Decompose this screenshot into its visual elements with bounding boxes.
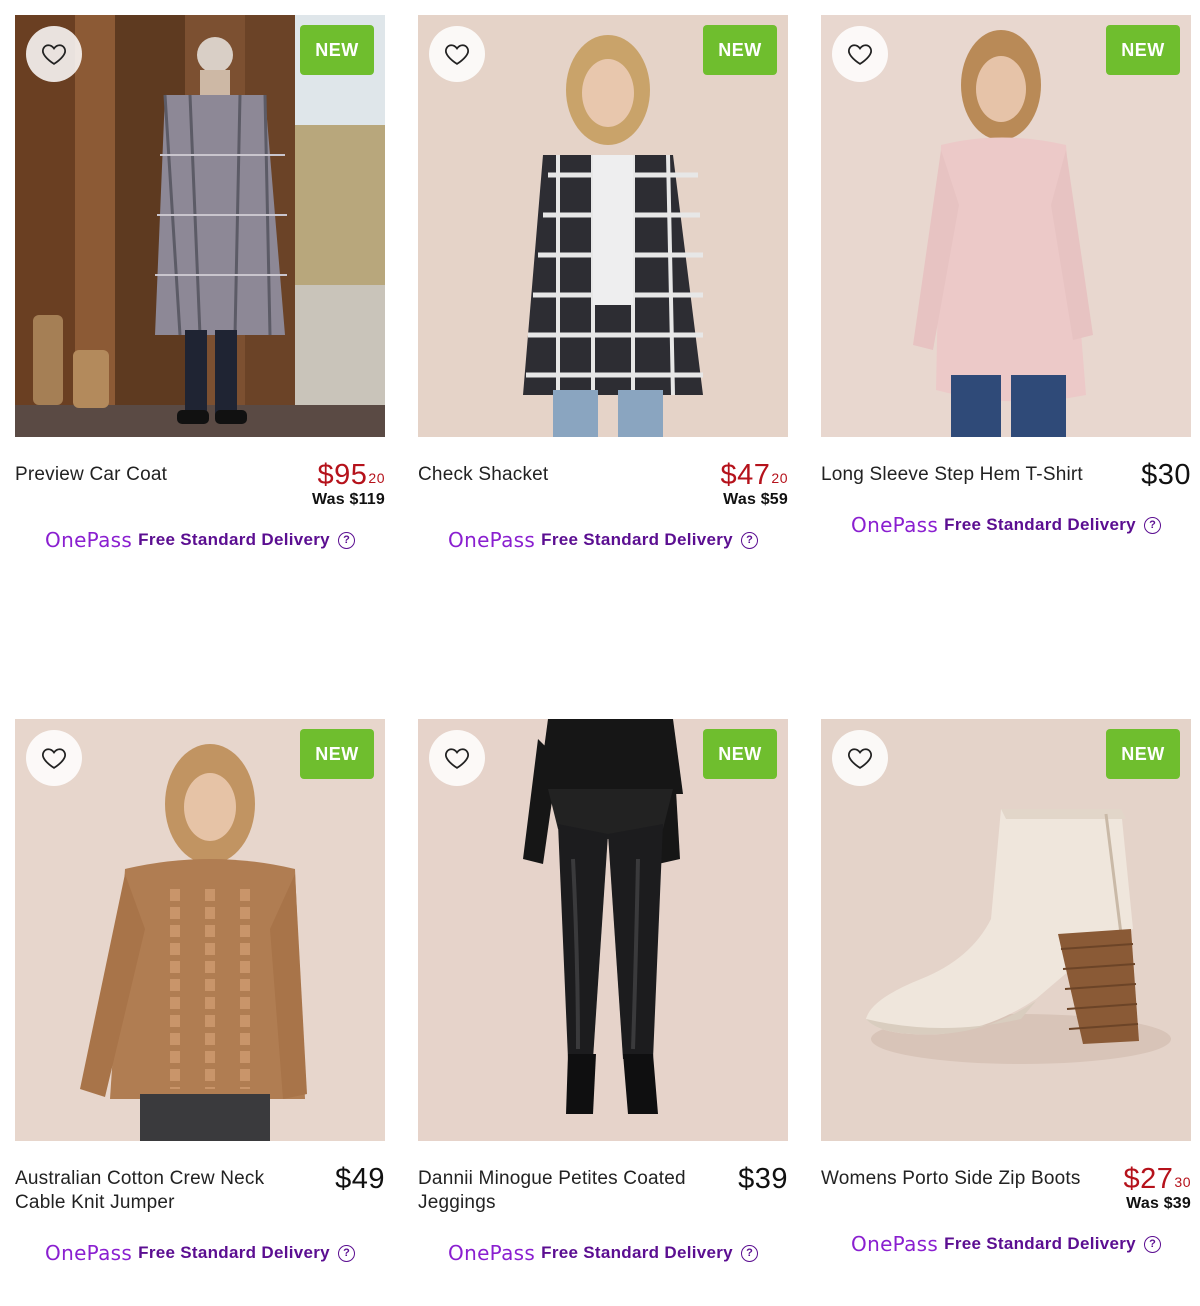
product-image[interactable]: NEW (418, 719, 788, 1141)
product-title[interactable]: Long Sleeve Step Hem T-Shirt (821, 463, 1091, 487)
new-badge: NEW (1106, 729, 1180, 779)
product-image[interactable]: NEW (15, 719, 385, 1141)
delivery-text: Free Standard Delivery (541, 530, 733, 549)
sale-price: $2730 (1124, 1163, 1191, 1195)
sale-price: $9520 (312, 459, 385, 491)
price-cents: 20 (368, 470, 385, 486)
onepass-logo: OnePass (45, 528, 133, 552)
onepass-delivery: OnePass Free Standard Delivery ? (15, 528, 385, 552)
product-image[interactable]: NEW (821, 719, 1191, 1141)
regular-price: $49 (335, 1163, 385, 1195)
new-badge: NEW (703, 25, 777, 75)
onepass-delivery: OnePass Free Standard Delivery ? (418, 1241, 788, 1265)
onepass-logo: OnePass (448, 528, 536, 552)
help-icon[interactable]: ? (1143, 1235, 1161, 1253)
price-cents: 30 (1174, 1174, 1191, 1190)
product-card[interactable]: NEW Womens Porto Side Zip Boots $2730 Wa… (821, 719, 1191, 1256)
product-card[interactable]: NEW Australian Cotton Crew Neck Cable Kn… (15, 719, 385, 1265)
product-photo (418, 719, 788, 1141)
new-badge: NEW (300, 729, 374, 779)
product-photo (15, 719, 385, 1141)
was-price: Was $119 (311, 491, 385, 508)
price-block: $30 (1141, 459, 1191, 491)
help-icon[interactable]: ? (740, 531, 758, 549)
heart-icon (445, 748, 469, 769)
price-cents: 20 (771, 470, 788, 486)
onepass-logo: OnePass (851, 513, 939, 537)
was-price: Was $59 (723, 491, 788, 508)
onepass-delivery: OnePass Free Standard Delivery ? (418, 528, 788, 552)
wishlist-button[interactable] (26, 26, 82, 82)
product-photo (821, 719, 1191, 1141)
regular-price: $39 (738, 1163, 788, 1195)
product-photo (15, 15, 385, 437)
product-card[interactable]: NEW Check Shacket $4720 Was $59 OnePass … (418, 15, 788, 552)
regular-price: $30 (1141, 459, 1191, 491)
help-icon[interactable]: ? (337, 531, 355, 549)
product-card[interactable]: NEW Dannii Minogue Petites Coated Jeggin… (418, 719, 788, 1265)
wishlist-button[interactable] (832, 26, 888, 82)
product-card[interactable]: NEW Preview Car Coat $9520 Was $119 OneP… (15, 15, 385, 552)
price-block: $4720 Was $59 (721, 459, 788, 509)
price-block: $9520 Was $119 (312, 459, 385, 509)
price-block: $49 (335, 1163, 385, 1195)
product-title[interactable]: Dannii Minogue Petites Coated Jeggings (418, 1167, 688, 1215)
new-badge: NEW (1106, 25, 1180, 75)
heart-icon (848, 44, 872, 65)
heart-icon (848, 748, 872, 769)
delivery-text: Free Standard Delivery (541, 1243, 733, 1262)
product-card[interactable]: NEW Long Sleeve Step Hem T-Shirt $30 One… (821, 15, 1191, 537)
product-image[interactable]: NEW (821, 15, 1191, 437)
heart-icon (42, 44, 66, 65)
wishlist-button[interactable] (832, 730, 888, 786)
product-title[interactable]: Womens Porto Side Zip Boots (821, 1167, 1091, 1191)
price-block: $39 (738, 1163, 788, 1195)
product-image[interactable]: NEW (15, 15, 385, 437)
delivery-text: Free Standard Delivery (138, 530, 330, 549)
product-title[interactable]: Preview Car Coat (15, 463, 285, 487)
price-dollars: $47 (720, 459, 771, 491)
product-image[interactable]: NEW (418, 15, 788, 437)
onepass-logo: OnePass (851, 1232, 939, 1256)
was-price: Was $39 (1126, 1195, 1191, 1212)
product-title[interactable]: Check Shacket (418, 463, 688, 487)
new-badge: NEW (703, 729, 777, 779)
delivery-text: Free Standard Delivery (138, 1243, 330, 1262)
price-dollars: $95 (317, 459, 368, 491)
onepass-logo: OnePass (45, 1241, 133, 1265)
product-photo (821, 15, 1191, 437)
price-dollars: $27 (1123, 1163, 1174, 1195)
product-photo (418, 15, 788, 437)
sale-price: $4720 (721, 459, 788, 491)
price-block: $2730 Was $39 (1124, 1163, 1191, 1213)
delivery-text: Free Standard Delivery (944, 1234, 1136, 1253)
wishlist-button[interactable] (429, 26, 485, 82)
help-icon[interactable]: ? (740, 1244, 758, 1262)
new-badge: NEW (300, 25, 374, 75)
help-icon[interactable]: ? (337, 1244, 355, 1262)
heart-icon (42, 748, 66, 769)
onepass-logo: OnePass (448, 1241, 536, 1265)
onepass-delivery: OnePass Free Standard Delivery ? (821, 1232, 1191, 1256)
help-icon[interactable]: ? (1143, 516, 1161, 534)
heart-icon (445, 44, 469, 65)
onepass-delivery: OnePass Free Standard Delivery ? (821, 513, 1191, 537)
wishlist-button[interactable] (429, 730, 485, 786)
onepass-delivery: OnePass Free Standard Delivery ? (15, 1241, 385, 1265)
wishlist-button[interactable] (26, 730, 82, 786)
product-title[interactable]: Australian Cotton Crew Neck Cable Knit J… (15, 1167, 285, 1215)
delivery-text: Free Standard Delivery (944, 515, 1136, 534)
